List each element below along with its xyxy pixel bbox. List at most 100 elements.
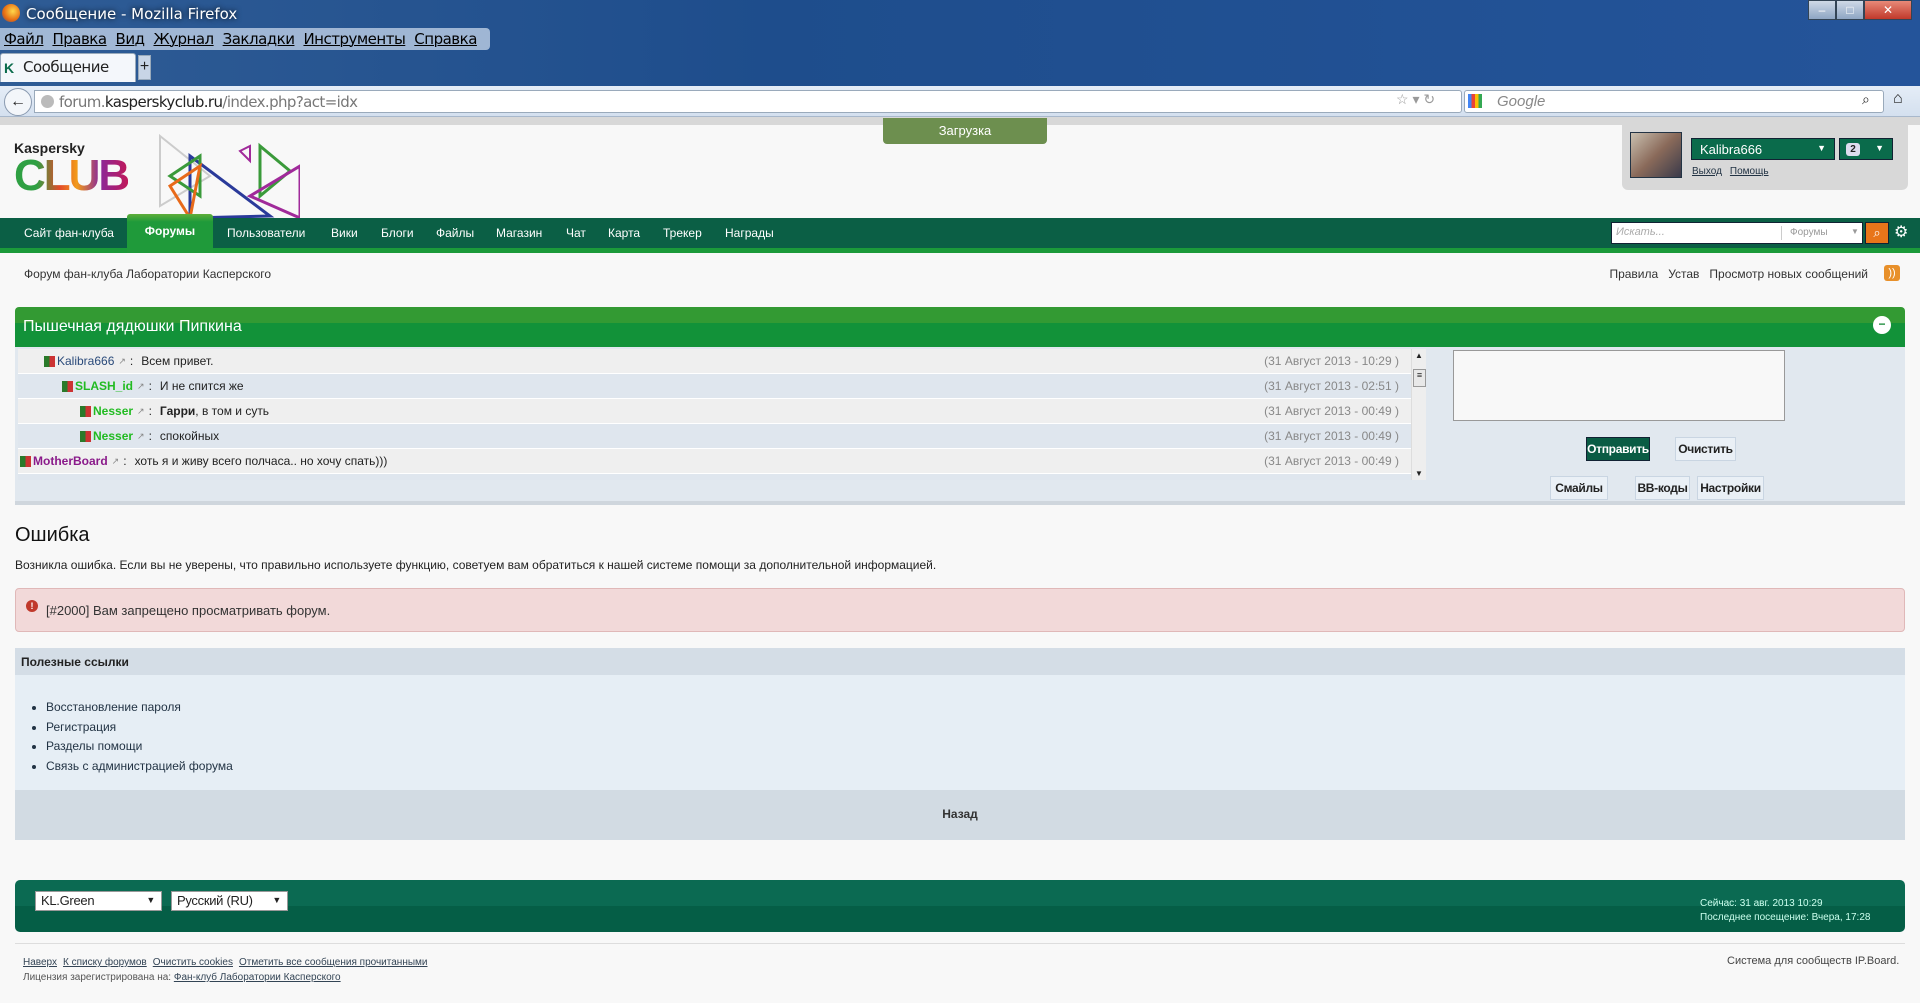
clear-button[interactable]: Очистить — [1675, 437, 1736, 461]
shout-text: И не спится же — [159, 379, 244, 393]
scroll-thumb[interactable]: ≡ — [1413, 369, 1426, 387]
smiles-button[interactable]: Смайлы — [1550, 476, 1608, 500]
send-button[interactable]: Отправить — [1586, 437, 1650, 461]
close-icon[interactable]: ✕ — [1864, 0, 1912, 20]
external-link-icon[interactable]: ↗ — [137, 406, 145, 417]
nav-files[interactable]: Файлы — [436, 218, 474, 248]
external-link-icon[interactable]: ↗ — [118, 356, 126, 367]
menu-history[interactable]: Журнал — [153, 28, 214, 50]
google-icon[interactable] — [1468, 94, 1482, 108]
chevron-down-icon: ▼ — [146, 895, 155, 905]
browser-tab[interactable]: Сообщение — [0, 53, 136, 82]
nav-map[interactable]: Карта — [608, 218, 640, 248]
charter-link[interactable]: Устав — [1668, 267, 1699, 281]
menu-file[interactable]: Файл — [4, 28, 44, 50]
firefox-icon — [2, 4, 20, 22]
forum-list-link[interactable]: К списку форумов — [63, 957, 147, 968]
url-prefix: forum. — [59, 93, 106, 111]
nav-forums[interactable]: Форумы — [127, 214, 213, 253]
back-button[interactable]: Назад — [942, 807, 978, 821]
search-button[interactable]: ⌕ — [1865, 222, 1889, 244]
skin-select[interactable]: KL.Green ▼ — [35, 891, 162, 911]
menu-help[interactable]: Справка — [414, 28, 477, 50]
shout-time: (31 Август 2013 - 00:49 ) — [1264, 404, 1399, 418]
gear-icon[interactable]: ⚙ — [1894, 222, 1908, 242]
shout-user[interactable]: Nesser — [93, 404, 133, 418]
magnifier-icon[interactable]: ⌕ — [1862, 91, 1870, 108]
language-select[interactable]: Русский (RU) ▼ — [171, 891, 288, 911]
bbcodes-button[interactable]: BB-коды — [1635, 476, 1690, 500]
new-posts-link[interactable]: Просмотр новых сообщений — [1709, 267, 1868, 281]
help-link[interactable]: Помощь — [1730, 166, 1769, 177]
rss-icon[interactable]: )) — [1884, 265, 1900, 281]
mark-read-link[interactable]: Отметить все сообщения прочитанными — [239, 957, 428, 968]
user-menu-button[interactable]: Kalibra666 ▼ — [1691, 138, 1835, 160]
collapse-icon[interactable]: − — [1873, 316, 1891, 334]
skin-value: KL.Green — [41, 893, 95, 908]
shout-scrollbar[interactable]: ▲ ≡ ▼ — [1411, 349, 1426, 480]
link-help-sections[interactable]: Разделы помощи — [46, 739, 233, 759]
external-link-icon[interactable]: ↗ — [137, 431, 145, 442]
link-password-recovery[interactable]: Восстановление пароля — [46, 700, 233, 720]
messages-count-badge: 2 — [1846, 143, 1860, 156]
search-scope-select[interactable]: Форумы — [1790, 227, 1828, 238]
top-link[interactable]: Наверх — [23, 957, 57, 968]
external-link-icon[interactable]: ↗ — [137, 381, 145, 392]
link-contact-admin[interactable]: Связь с администрацией форума — [46, 759, 233, 779]
search-icon: ⌕ — [1873, 225, 1881, 240]
menu-edit[interactable]: Правка — [52, 28, 107, 50]
url-input[interactable]: forum.kasperskyclub.ru/index.php?act=idx — [34, 90, 1462, 113]
powered-by[interactable]: Система для сообществ IP.Board. — [1727, 955, 1899, 967]
menu-tools[interactable]: Инструменты — [303, 28, 405, 50]
logout-link[interactable]: Выход — [1692, 166, 1722, 177]
license-link[interactable]: Фан-клуб Лаборатории Касперского — [174, 972, 341, 983]
nav-users[interactable]: Пользователи — [227, 218, 305, 248]
nav-shop[interactable]: Магазин — [496, 218, 542, 248]
menu-view[interactable]: Вид — [116, 28, 145, 50]
back-arrow-icon[interactable]: ← — [4, 88, 32, 116]
minimize-icon[interactable]: – — [1808, 0, 1836, 20]
maximize-icon[interactable]: □ — [1836, 0, 1864, 20]
shout-user[interactable]: MotherBoard — [33, 454, 108, 468]
bookmark-star-icon[interactable]: ☆ ▾ ↻ — [1396, 91, 1435, 108]
kaspersky-club-logo[interactable]: Kaspersky CLUB — [14, 140, 130, 198]
link-registration[interactable]: Регистрация — [46, 720, 233, 740]
scroll-up-icon[interactable]: ▲ — [1415, 351, 1423, 360]
shout-time: (31 Август 2013 - 02:51 ) — [1264, 379, 1399, 393]
new-tab-button[interactable]: + — [138, 55, 151, 80]
menu-bookmarks[interactable]: Закладки — [223, 28, 295, 50]
breadcrumb[interactable]: Форум фан-клуба Лаборатории Касперского — [24, 267, 271, 281]
nav-awards[interactable]: Награды — [725, 218, 774, 248]
user-group-icon — [20, 455, 31, 467]
shout-text: Всем привет. — [141, 354, 214, 368]
shout-mention[interactable]: Гарри — [160, 404, 195, 418]
chevron-down-icon[interactable]: ▼ — [1851, 227, 1859, 236]
external-link-icon[interactable]: ↗ — [112, 456, 120, 467]
shout-user[interactable]: Kalibra666 — [57, 354, 114, 368]
colon: : — [123, 454, 127, 468]
rules-link[interactable]: Правила — [1609, 267, 1658, 281]
nav-chat[interactable]: Чат — [566, 218, 586, 248]
clear-cookies-link[interactable]: Очистить cookies — [153, 957, 233, 968]
nav-blogs[interactable]: Блоги — [381, 218, 414, 248]
messages-button[interactable]: 2 ▼ — [1839, 138, 1893, 160]
settings-button[interactable]: Настройки — [1697, 476, 1764, 500]
shout-text: спокойных — [159, 429, 220, 443]
nav-wiki[interactable]: Вики — [331, 218, 358, 248]
home-icon[interactable]: ⌂ — [1893, 90, 1903, 108]
colon: : — [148, 429, 152, 443]
window-controls: – □ ✕ — [1808, 0, 1912, 20]
shout-list[interactable]: Kalibra666 ↗: Всем привет. (31 Август 2013 … — [18, 349, 1411, 480]
username: Kalibra666 — [1700, 142, 1763, 157]
web-search-input[interactable]: Google — [1464, 90, 1884, 113]
shout-input[interactable] — [1453, 350, 1785, 421]
nav-fan-site[interactable]: Сайт фан-клуба — [24, 218, 114, 248]
nav-tracker[interactable]: Трекер — [663, 218, 702, 248]
scroll-down-icon[interactable]: ▼ — [1415, 469, 1423, 478]
url-domain: kasperskyclub.ru — [104, 93, 223, 111]
shout-user[interactable]: Nesser — [93, 429, 133, 443]
avatar[interactable] — [1630, 132, 1682, 178]
footer-links: Наверх К списку форумов Очистить cookies От… — [23, 955, 433, 985]
shout-user[interactable]: SLASH_id — [75, 379, 133, 393]
shout-text: хоть я и живу всего полчаса.. но хочу сп… — [134, 454, 388, 468]
